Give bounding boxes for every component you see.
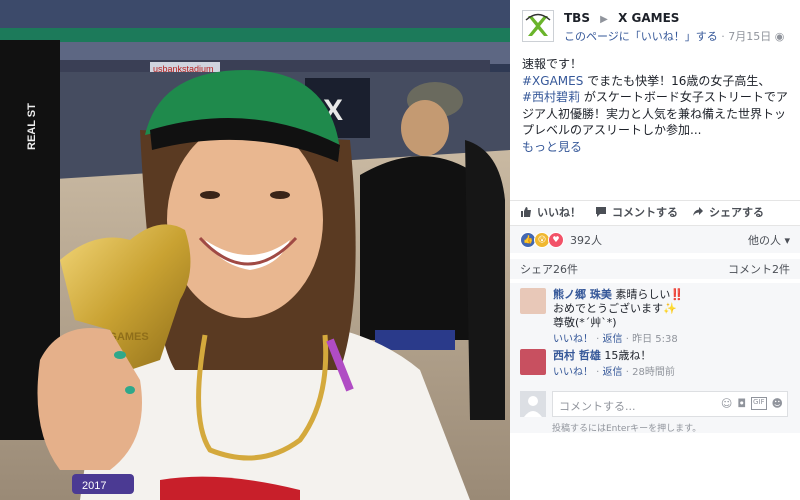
- composer-icons: ☺ ◘ GIF ☻: [721, 397, 783, 410]
- globe-icon: ◉: [774, 30, 785, 43]
- like-button[interactable]: いいね！: [520, 204, 581, 220]
- like-label: いいね！: [537, 205, 581, 219]
- hashtag-xgames[interactable]: #XGAMES: [522, 74, 583, 88]
- comment-time[interactable]: 28時間前: [632, 367, 675, 378]
- text-line1: 速報です！: [522, 57, 583, 71]
- camera-icon[interactable]: ◘: [737, 397, 746, 410]
- comment-item: 西村 哲雄 15歳ね！ いいね！ · 返信 · 28時間前: [520, 349, 793, 380]
- comment-input[interactable]: コメントする... ☺ ◘ GIF ☻: [552, 391, 788, 417]
- post-date[interactable]: 7月15日: [728, 30, 771, 43]
- see-more-link[interactable]: もっと見る: [522, 140, 582, 154]
- comment-item: 熊ノ郷 珠美 素晴らしい‼️ おめでとうございます✨ 尊敬(*´艸`*) いいね…: [520, 288, 793, 347]
- avatar[interactable]: [520, 349, 546, 375]
- triangle-right-icon: ▶: [600, 14, 608, 25]
- enter-hint: 投稿するにはEnterキーを押します。: [552, 424, 702, 434]
- post-author: TBS ▶ X GAMES: [564, 11, 679, 25]
- caret-down-icon: ▾: [780, 233, 790, 247]
- my-avatar: [520, 391, 546, 417]
- share-count[interactable]: シェア26件: [520, 261, 578, 277]
- wristband-text: 2017: [82, 480, 106, 492]
- post-actions: いいね！ コメントする シェアする: [510, 200, 800, 222]
- comment-time[interactable]: 昨日 5:38: [632, 334, 678, 345]
- comment-button[interactable]: コメントする: [595, 204, 678, 220]
- comment-text3: 尊敬(*´艸`*): [553, 316, 617, 329]
- page-avatar-xgames[interactable]: [522, 10, 554, 42]
- sticker-icon[interactable]: ☻: [772, 397, 783, 410]
- comment-text2: おめでとうございます✨: [553, 302, 677, 315]
- sort-dropdown[interactable]: 他の人 ▾: [748, 232, 790, 248]
- thumbs-up-icon: [521, 206, 531, 217]
- comment-text1: 15歳ね！: [604, 349, 652, 362]
- reactions-row: 👍 😮 ♥ 392人 他の人 ▾: [510, 225, 800, 253]
- comment-author[interactable]: 熊ノ郷 珠美: [553, 288, 612, 301]
- post-panel: TBS ▶ X GAMES このページに「いいね！」する · 7月15日 ◉ 速…: [510, 0, 800, 500]
- comment-author[interactable]: 西村 哲雄: [553, 349, 601, 362]
- reaction-count[interactable]: 392人: [570, 232, 602, 248]
- comment-like-link[interactable]: いいね！: [553, 334, 593, 345]
- avatar[interactable]: [520, 288, 546, 314]
- post-text: 速報です！ #XGAMES でまたも快挙！16歳の女子高生、 #西村碧莉 がスケ…: [522, 56, 792, 155]
- emoji-icon[interactable]: ☺: [721, 397, 732, 410]
- comment-placeholder: コメントする...: [559, 400, 636, 413]
- author-name[interactable]: TBS: [564, 11, 590, 25]
- event-sign: REAL ST: [26, 103, 38, 150]
- shared-to-page[interactable]: X GAMES: [618, 11, 679, 25]
- comment-label: コメントする: [612, 205, 678, 219]
- photo-scene: usbankstadium REAL ST X X GAMES 2017: [0, 0, 510, 500]
- post-header: TBS ▶ X GAMES このページに「いいね！」する · 7月15日 ◉: [510, 0, 800, 48]
- like-page-link[interactable]: このページに「いいね！」する: [564, 30, 718, 43]
- share-label: シェアする: [709, 205, 764, 219]
- post-photo[interactable]: usbankstadium REAL ST X X GAMES 2017: [0, 0, 510, 500]
- comment-text1: 素晴らしい‼️: [615, 288, 685, 301]
- hashtag-nishimura[interactable]: #西村碧莉: [522, 90, 580, 104]
- gif-icon[interactable]: GIF: [751, 397, 767, 410]
- share-comment-row: シェア26件 コメント2件: [510, 259, 800, 279]
- comment-count[interactable]: コメント2件: [728, 261, 790, 277]
- post-meta: このページに「いいね！」する · 7月15日 ◉: [564, 28, 784, 44]
- sort-label: 他の人: [747, 233, 781, 247]
- comment-icon: [596, 206, 606, 217]
- text-line2: でまたも快挙！16歳の女子高生、: [583, 73, 771, 88]
- share-button[interactable]: シェアする: [692, 204, 764, 220]
- comment-reply-link[interactable]: 返信: [603, 334, 623, 345]
- comment-reply-link[interactable]: 返信: [603, 367, 623, 378]
- comment-composer: コメントする... ☺ ◘ GIF ☻ 投稿するにはEnterキーを押します。: [510, 385, 800, 434]
- comment-like-link[interactable]: いいね！: [553, 367, 593, 378]
- share-icon: [693, 206, 703, 216]
- xgames-logo-icon: [525, 13, 551, 36]
- love-reaction-icon: ♥: [548, 231, 564, 248]
- user-silhouette-icon: [524, 396, 542, 417]
